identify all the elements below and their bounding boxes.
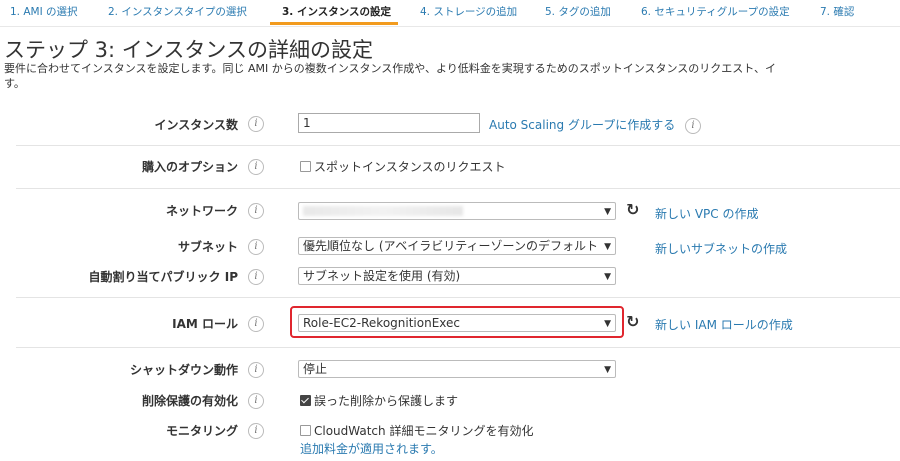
- termination-protection-text: 誤った削除から保護します: [314, 394, 459, 408]
- wizard-steps: 1. AMI の選択 2. インスタンスタイプの選択 3. インスタンスの設定 …: [0, 0, 900, 27]
- monitoring-text: CloudWatch 詳細モニタリングを有効化: [314, 424, 534, 438]
- monitoring-label: モニタリング: [165, 424, 238, 438]
- info-icon[interactable]: i: [248, 269, 264, 285]
- dropdown-arrow-icon: ▼: [604, 242, 611, 252]
- iam-role-select[interactable]: Role-EC2-RekognitionExec ▼: [298, 314, 616, 332]
- info-icon[interactable]: i: [248, 362, 264, 378]
- page-description: 要件に合わせてインスタンスを設定します。同じ AMI からの複数インスタンス作成…: [4, 61, 900, 91]
- info-icon[interactable]: i: [248, 393, 264, 409]
- description-line-2: す。: [4, 77, 25, 90]
- checkbox-unchecked-icon[interactable]: [300, 425, 311, 436]
- monitoring-checkbox[interactable]: CloudWatch 詳細モニタリングを有効化: [300, 422, 533, 439]
- dropdown-arrow-icon: ▼: [604, 272, 611, 282]
- instance-count-input[interactable]: 1: [298, 113, 480, 133]
- redacted-network-value: [303, 206, 463, 216]
- spot-instance-label: スポットインスタンスのリクエスト: [314, 160, 506, 174]
- termination-protection-label: 削除保護の有効化: [141, 394, 238, 408]
- public-ip-select[interactable]: サブネット設定を使用 (有効) ▼: [298, 267, 616, 285]
- network-select[interactable]: ▼: [298, 202, 616, 220]
- iam-role-value: Role-EC2-RekognitionExec: [303, 316, 460, 330]
- instance-count-label: インスタンス数: [154, 118, 238, 132]
- divider: [16, 297, 900, 298]
- tab-ami[interactable]: 1. AMI の選択: [10, 4, 78, 19]
- create-auto-scaling-link[interactable]: Auto Scaling グループに作成する: [489, 116, 675, 133]
- description-line-1: 要件に合わせてインスタンスを設定します。同じ AMI からの複数インスタンス作成…: [4, 62, 777, 75]
- iam-role-label: IAM ロール: [172, 317, 238, 331]
- tab-review[interactable]: 7. 確認: [820, 4, 854, 19]
- tab-storage[interactable]: 4. ストレージの追加: [420, 4, 517, 19]
- shutdown-behavior-select[interactable]: 停止 ▼: [298, 360, 616, 378]
- tab-instance-type[interactable]: 2. インスタンスタイプの選択: [108, 4, 247, 19]
- active-tab-indicator: [270, 22, 398, 25]
- dropdown-arrow-icon: ▼: [604, 207, 611, 217]
- tab-configure-instance[interactable]: 3. インスタンスの設定: [282, 4, 391, 19]
- page-title: ステップ 3: インスタンスの詳細の設定: [4, 38, 373, 62]
- dropdown-arrow-icon: ▼: [604, 365, 611, 375]
- tab-security-group[interactable]: 6. セキュリティグループの設定: [641, 4, 790, 19]
- shutdown-behavior-label: シャットダウン動作: [129, 363, 238, 377]
- termination-protection-checkbox[interactable]: 誤った削除から保護します: [300, 392, 458, 409]
- divider: [16, 145, 900, 146]
- info-icon[interactable]: i: [248, 116, 264, 132]
- info-icon[interactable]: i: [248, 239, 264, 255]
- purchase-option-label: 購入のオプション: [141, 160, 238, 174]
- checkbox-checked-icon[interactable]: [300, 395, 311, 406]
- shutdown-behavior-value: 停止: [303, 362, 328, 376]
- dropdown-arrow-icon: ▼: [604, 319, 611, 329]
- divider: [16, 188, 900, 189]
- subnet-label: サブネット: [177, 240, 238, 254]
- create-vpc-link[interactable]: 新しい VPC の作成: [655, 205, 758, 222]
- subnet-value: 優先順位なし (アベイラビリティーゾーンのデフォルト): [303, 239, 599, 253]
- subnet-select[interactable]: 優先順位なし (アベイラビリティーゾーンのデフォルト) ▼: [298, 237, 616, 255]
- additional-charges-link[interactable]: 追加料金が適用されます。: [300, 440, 443, 457]
- info-icon[interactable]: i: [685, 118, 701, 134]
- refresh-network-icon[interactable]: ↻: [626, 202, 639, 218]
- divider: [16, 347, 900, 348]
- public-ip-label: 自動割り当てパブリック IP: [88, 270, 238, 284]
- spot-instance-checkbox[interactable]: スポットインスタンスのリクエスト: [300, 158, 506, 175]
- info-icon[interactable]: i: [248, 203, 264, 219]
- public-ip-value: サブネット設定を使用 (有効): [303, 269, 461, 283]
- create-subnet-link[interactable]: 新しいサブネットの作成: [655, 240, 787, 257]
- checkbox-unchecked-icon[interactable]: [300, 161, 311, 172]
- tab-tags[interactable]: 5. タグの追加: [545, 4, 611, 19]
- refresh-iam-role-icon[interactable]: ↻: [626, 314, 639, 330]
- network-label: ネットワーク: [165, 204, 238, 218]
- info-icon[interactable]: i: [248, 423, 264, 439]
- info-icon[interactable]: i: [248, 316, 264, 332]
- info-icon[interactable]: i: [248, 159, 264, 175]
- create-iam-role-link[interactable]: 新しい IAM ロールの作成: [655, 316, 793, 333]
